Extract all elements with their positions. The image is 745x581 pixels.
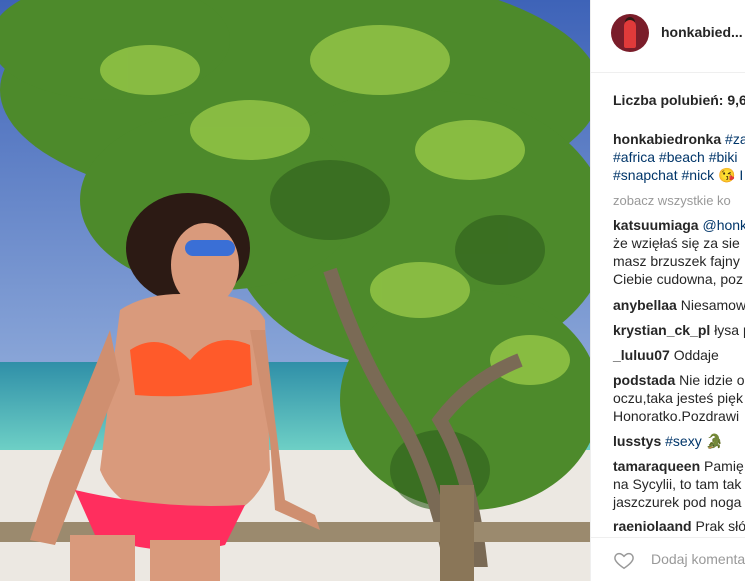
caption-username[interactable]: honkabiedronka: [613, 131, 721, 147]
comment-text: łysa p: [714, 322, 745, 338]
avatar[interactable]: [611, 14, 649, 52]
comment-row: krystian_ck_pl łysa p: [613, 321, 745, 339]
comment-text: Nie idzie o: [679, 372, 745, 388]
comment-text-line: na Sycylii, to tam tak: [613, 476, 742, 492]
post-header: honkabied...: [591, 0, 745, 73]
comment-text[interactable]: #sexy 🐊: [665, 433, 723, 449]
comment-username[interactable]: lusstys: [613, 433, 661, 449]
comment-row: lusstys #sexy 🐊: [613, 432, 723, 450]
comment-username[interactable]: raeniolaand: [613, 518, 692, 534]
caption-line-2[interactable]: #africa #beach #biki: [613, 148, 738, 166]
comment-row: _luluu07 Oddaje: [613, 346, 719, 364]
post-side-panel: honkabied... Liczba polubień: 9,6 honkab…: [590, 0, 745, 581]
comment-row: raeniolaand Prak słów: [613, 517, 745, 535]
comment-username[interactable]: tamaraqueen: [613, 458, 700, 474]
comment-row: podstada Nie idzie o: [613, 371, 745, 389]
beach-photo-illustration: [0, 0, 590, 581]
comment-username[interactable]: krystian_ck_pl: [613, 322, 710, 338]
caption-hashtag[interactable]: #za: [725, 131, 745, 147]
comment-text: Oddaje: [673, 347, 719, 363]
comment-footer: Dodaj komenta: [591, 537, 745, 581]
comment-text-line: Honoratko.Pozdrawi: [613, 408, 740, 424]
heart-icon[interactable]: [613, 549, 635, 571]
comment-text-line: jaszczurek pod noga: [613, 494, 742, 510]
comment-text-line: oczu,taka jesteś pięk: [613, 390, 743, 406]
likes-count[interactable]: Liczba polubień: 9,6: [613, 92, 745, 108]
comment-text: Pamię: [704, 458, 744, 474]
avatar-figure-shape: [624, 20, 636, 48]
comment-text-line: Ciebie cudowna, poz: [613, 271, 743, 287]
post-photo[interactable]: [0, 0, 590, 581]
comment-text: Niesamow: [680, 297, 745, 313]
comment-username[interactable]: katsuumiaga: [613, 217, 699, 233]
comment-username[interactable]: podstada: [613, 372, 675, 388]
caption-line-1: honkabiedronka #za: [613, 130, 745, 148]
comment-text: Prak słów: [695, 518, 745, 534]
see-all-comments-link[interactable]: zobacz wszystkie ko: [613, 192, 731, 210]
add-comment-input[interactable]: Dodaj komenta: [651, 551, 745, 567]
comment-row: katsuumiaga @honk: [613, 216, 745, 234]
comment-text-line: że wzięłaś się za sie: [613, 235, 740, 251]
comment-text-line: masz brzuszek fajny: [613, 253, 740, 269]
comment-username[interactable]: _luluu07: [613, 347, 670, 363]
comment-username[interactable]: anybellaa: [613, 297, 677, 313]
comment-text[interactable]: @honk: [702, 217, 745, 233]
comment-row: tamaraqueen Pamię: [613, 457, 744, 475]
caption-line-3[interactable]: #snapchat #nick 😘 I: [613, 166, 743, 184]
post-username[interactable]: honkabied...: [661, 24, 743, 40]
comment-row: anybellaa Niesamow: [613, 296, 745, 314]
